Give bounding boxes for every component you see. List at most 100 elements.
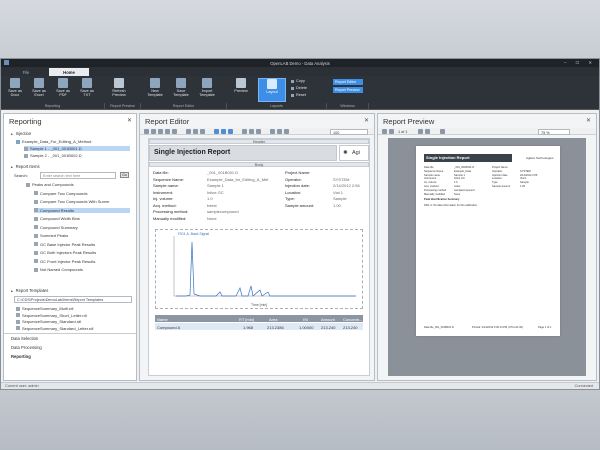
list-item[interactable]: Compare Two Compounds [34, 191, 88, 196]
underline-icon[interactable] [228, 129, 233, 134]
field-value[interactable]: 1.0 [207, 196, 213, 201]
layout-button[interactable]: Layout [258, 78, 286, 102]
field-value[interactable]: Vial 1 [333, 190, 343, 195]
chart-label: FID1 A, Back Signal [178, 232, 209, 236]
list-item[interactable]: Compare Two Compounds With Summ [34, 199, 109, 204]
window-report-preview[interactable]: Report Preview [333, 87, 363, 93]
redo-icon[interactable] [151, 129, 156, 134]
close-icon[interactable]: ✕ [127, 117, 132, 124]
list-item[interactable]: Not Named Compounds [34, 267, 83, 272]
delete-button[interactable]: Delete [291, 86, 307, 90]
list-item[interactable]: Summed Peaks [34, 233, 68, 238]
preview-button[interactable]: Preview [231, 78, 251, 100]
list-item[interactable]: Compound Width Bins [34, 216, 80, 221]
preview-page: Single Injection Report Agilent Technolo… [416, 146, 560, 336]
list-item[interactable]: SequenceSummary_Multi.rdl [16, 306, 73, 311]
search-input[interactable]: Enter search text here [40, 172, 116, 179]
window-title: OpenLAB Demo - Data Analysis [270, 60, 330, 66]
go-button[interactable]: Go [120, 172, 129, 178]
border-icon[interactable] [270, 129, 275, 134]
align-center-icon[interactable] [249, 129, 254, 134]
import-template-button[interactable]: Import Template [197, 78, 217, 100]
list-item[interactable]: GC Base Injector Peak Results [34, 242, 95, 247]
print-icon[interactable] [440, 129, 445, 134]
list-item[interactable]: GC Front Injector Peak Results [34, 259, 95, 264]
italic-icon[interactable] [221, 129, 226, 134]
list-item[interactable]: Compound Summary [34, 225, 78, 230]
field-value[interactable]: Inline GC [207, 190, 224, 195]
delete-icon [291, 86, 294, 90]
zoom-select[interactable]: 75 % [538, 128, 570, 135]
tab-home[interactable]: Home [49, 68, 89, 76]
nav-reporting[interactable]: Reporting [11, 354, 31, 359]
list-item[interactable]: GC Both Injectors Peak Results [34, 250, 96, 255]
table-row[interactable]: Compound A 1.968 213.2386 1.00000 213.24… [155, 323, 363, 330]
align-left-icon[interactable] [242, 129, 247, 134]
report-title[interactable]: Single Injection Report [149, 145, 337, 161]
chromatogram-chart[interactable]: FID1 A, Back Signal Time [min] [155, 229, 363, 309]
save-as-txt-button[interactable]: Save as TXT [77, 78, 97, 100]
field-value[interactable]: Sample 1 [207, 183, 224, 188]
template-path-select[interactable]: C:\CDS\Projects\DemoLab\Items\Report Tem… [14, 296, 132, 303]
new-template-button[interactable]: New Template [145, 78, 165, 100]
prev-page-icon[interactable] [389, 129, 394, 134]
refresh-preview-button[interactable]: Refresh Preview [109, 78, 129, 100]
fill-icon[interactable] [277, 129, 282, 134]
page-info: 1 of 1 [398, 129, 408, 134]
copy-icon[interactable] [165, 129, 170, 134]
save-as-pdf-button[interactable]: Save as PDF [53, 78, 73, 100]
close-icon[interactable]: ✕ [364, 117, 369, 124]
next-page-icon[interactable] [418, 129, 423, 134]
list-item-label: Peaks and Compounds [32, 182, 74, 187]
save-as-excel-button[interactable]: Save as Excel [29, 78, 49, 100]
bold-icon[interactable] [214, 129, 219, 134]
list-item[interactable]: Peaks and Compounds [26, 182, 74, 187]
list-item[interactable]: SequenceSummary_Short_Letter.rdl [16, 313, 87, 318]
chart-icon[interactable] [193, 129, 198, 134]
field-value[interactable]: tvtest [207, 203, 217, 208]
tab-file[interactable]: File [9, 68, 43, 76]
report-editor-title: Report Editor [145, 117, 190, 126]
logo-box[interactable]: ✺ Agi [339, 145, 369, 161]
font-color-icon[interactable] [284, 129, 289, 134]
save-template-button[interactable]: Save Template [171, 78, 191, 100]
window-report-editor[interactable]: Report Editor [333, 79, 363, 85]
field-value[interactable]: Sample [333, 196, 347, 201]
nav-data-processing[interactable]: Data Processing [11, 345, 42, 350]
field-label: Sequence Name: [153, 176, 184, 182]
divider [4, 333, 136, 334]
report-templates-section[interactable]: ▲ Report Templates [10, 288, 48, 293]
field-value[interactable]: SYSTEM [333, 177, 349, 182]
tree-item-sample-2[interactable]: Sample 2 - _001_001B002.D [24, 153, 82, 158]
align-right-icon[interactable] [256, 129, 261, 134]
list-item[interactable]: SequenceSummary_Standard_Letter.rdl [16, 326, 93, 331]
cut-icon[interactable] [158, 129, 163, 134]
preview-field-label: Operator [492, 169, 503, 173]
last-page-icon[interactable] [425, 129, 430, 134]
save-as-docx-button[interactable]: Save as Docx [5, 78, 25, 100]
undo-icon[interactable] [144, 129, 149, 134]
injection-section[interactable]: ▲ Injection [10, 131, 31, 136]
field-value[interactable]: samplecompound [207, 209, 239, 214]
field-value[interactable]: 2/14/2012 2:56 [333, 183, 360, 188]
field-value[interactable]: None [207, 216, 217, 221]
table-icon[interactable] [186, 129, 191, 134]
copy-button[interactable]: Copy [291, 79, 305, 83]
tree-item-method[interactable]: Example_Data_For_Editing_A_Method [16, 139, 91, 144]
report-items-section[interactable]: ▲ Report Items [10, 164, 40, 169]
field-value[interactable]: Example_Data_for_Editing_A_Met [207, 177, 268, 182]
preview-note-1: Peak Identification Summary [424, 198, 460, 201]
image-icon[interactable] [200, 129, 205, 134]
window-controls[interactable]: – ☐ ✕ [564, 60, 596, 65]
close-icon[interactable]: ✕ [586, 117, 591, 124]
zoom-select[interactable]: 100 [330, 128, 368, 135]
nav-data-selection[interactable]: Data Selection [11, 336, 38, 341]
list-item[interactable]: Compound Results [34, 207, 130, 213]
field-value[interactable]: _001_001B001.D [207, 170, 238, 175]
reset-button[interactable]: Reset [291, 93, 306, 97]
list-item[interactable]: SequenceSummary_Standard.rdl [16, 319, 81, 324]
paste-icon[interactable] [172, 129, 177, 134]
tree-item-sample-1[interactable]: Sample 1 - _001_001B001.D [24, 146, 130, 151]
first-page-icon[interactable] [382, 129, 387, 134]
field-value[interactable]: 1.00 [333, 203, 341, 208]
